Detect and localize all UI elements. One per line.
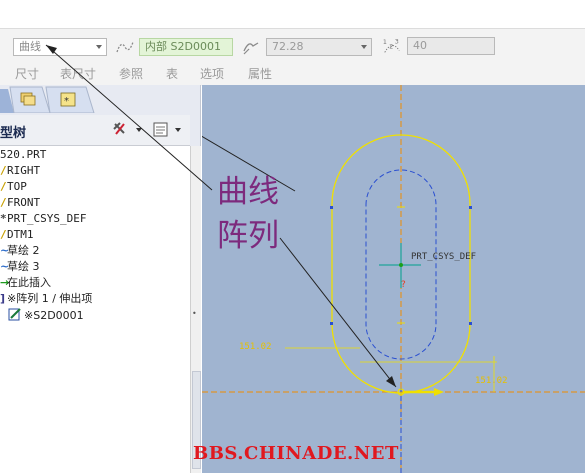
- favorites-icon: *: [60, 92, 76, 107]
- spacing-icon: [243, 42, 259, 55]
- datum-plane-icon: /: [0, 196, 7, 209]
- annotation-leader-pattern: [279, 237, 397, 388]
- sketch-icon: ~: [0, 260, 10, 273]
- tree-item-s2d0001[interactable]: ※S2D0001: [8, 307, 84, 323]
- datum-plane-icon: /: [0, 228, 7, 241]
- annotation-line-pattern: 阵列: [217, 218, 279, 254]
- datum-plane-icon: /: [0, 180, 7, 193]
- sketch-icon: ~: [0, 244, 10, 257]
- csys-label: PRT_CSYS_DEF: [411, 252, 476, 262]
- pattern-icon: ]: [0, 292, 6, 305]
- tab-table-dimensions[interactable]: 表尺寸: [60, 65, 96, 82]
- svg-text:1: 1: [383, 39, 387, 46]
- model-tree-title: 型树: [0, 126, 27, 141]
- tab-options[interactable]: 选项: [200, 65, 224, 82]
- scroll-grip-icon: •: [192, 309, 197, 318]
- spacing-value: 72.28: [272, 40, 304, 53]
- title-area: [0, 0, 585, 28]
- sketch-feature-icon: [8, 308, 21, 321]
- svg-text:?: ?: [401, 280, 406, 290]
- svg-text:2: 2: [389, 44, 393, 51]
- direction-arrowhead: [434, 388, 444, 396]
- datum-plane-icon: /: [0, 164, 7, 177]
- dimension-right[interactable]: 151.02: [475, 376, 508, 386]
- tree-scrollbar[interactable]: •: [190, 146, 201, 473]
- member-count-value: 40: [413, 39, 427, 52]
- chevron-down-icon: [361, 45, 367, 49]
- navigator-tabs: *: [0, 86, 95, 113]
- svg-text:*: *: [64, 96, 69, 107]
- tree-item-part[interactable]: 520.PRT: [0, 147, 46, 163]
- annotation-text: 曲线 阵列: [217, 170, 279, 258]
- model-viewport[interactable]: ? PRT_CSYS_DEF 151.02 151.02: [202, 85, 585, 473]
- curve-reference-icon[interactable]: [115, 37, 135, 57]
- spacing-input[interactable]: 72.28: [266, 38, 372, 56]
- annotation-line-curve: 曲线: [217, 174, 279, 210]
- model-tree-header: 型树: [0, 115, 190, 146]
- tree-item-sketch-3[interactable]: ~草绘 3: [0, 259, 40, 275]
- pattern-dashboard: 曲线 内部 S2D0001 72.28 1 2 3 40 尺寸 表尺寸 参照 表…: [0, 28, 585, 86]
- svg-text:3: 3: [395, 38, 399, 45]
- tree-item-pattern[interactable]: ] ※阵列 1 / 伸出项: [0, 291, 92, 307]
- annotation-arrowhead: [386, 376, 396, 387]
- tree-item-right-plane[interactable]: /RIGHT: [0, 163, 40, 179]
- insert-arrow-icon: →: [0, 276, 10, 289]
- chevron-down-icon: [96, 45, 102, 49]
- tools-icon[interactable]: [112, 121, 146, 139]
- sketch-reference-field[interactable]: 内部 S2D0001: [139, 38, 233, 56]
- watermark: BBS.CHINADE.NET: [193, 443, 399, 464]
- csys-glyph: ?: [379, 243, 421, 290]
- tree-item-top-plane[interactable]: /TOP: [0, 179, 27, 195]
- dimension-left[interactable]: 151.02: [239, 342, 272, 352]
- member-count-input[interactable]: 40: [407, 37, 495, 55]
- tree-item-front-plane[interactable]: /FRONT: [0, 195, 40, 211]
- sketch-reference-value: 内部 S2D0001: [145, 40, 221, 53]
- settings-icon[interactable]: [152, 121, 186, 139]
- tab-references[interactable]: 参照: [119, 65, 143, 82]
- model-tree: 520.PRT /RIGHT /TOP /FRONT *PRT_CSYS_DEF…: [0, 146, 190, 473]
- tree-item-csys[interactable]: *PRT_CSYS_DEF: [0, 211, 86, 227]
- member-count-icon: 1 2 3: [383, 38, 400, 53]
- tree-item-dtm1[interactable]: /DTM1: [0, 227, 34, 243]
- tree-item-sketch-2[interactable]: ~草绘 2: [0, 243, 40, 259]
- tree-item-insert-here[interactable]: →在此插入: [0, 275, 51, 291]
- pattern-type-value: 曲线: [19, 40, 41, 53]
- tab-tables[interactable]: 表: [166, 65, 178, 82]
- tab-properties[interactable]: 属性: [248, 65, 272, 82]
- tab-dimensions[interactable]: 尺寸: [15, 65, 39, 82]
- csys-icon: *: [0, 212, 7, 225]
- pattern-type-select[interactable]: 曲线: [13, 38, 107, 56]
